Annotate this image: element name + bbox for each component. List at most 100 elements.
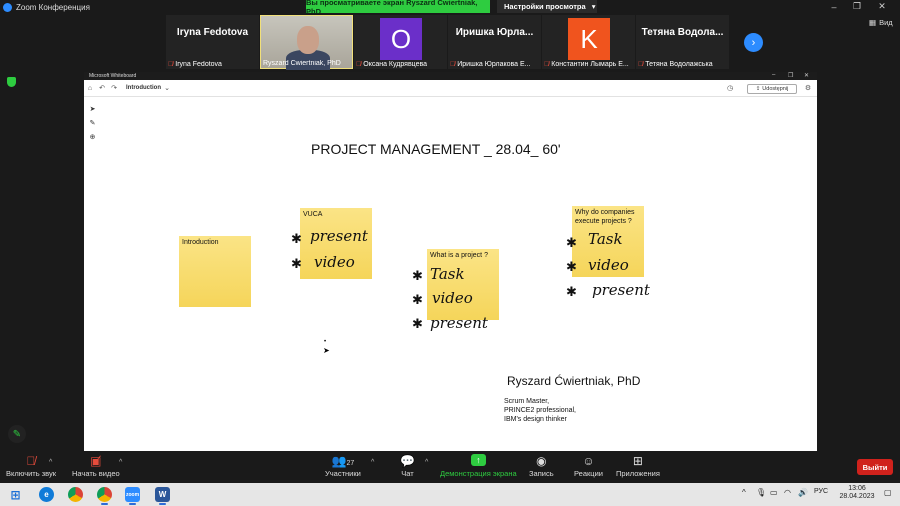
window-title: Zoom Конференция [16, 2, 90, 12]
zoom-app-icon[interactable]: zoom [125, 487, 140, 505]
ink-text: present [430, 314, 488, 332]
participant-caption: Ryszard Ćwiertniak, PhD [263, 60, 341, 67]
share-screen-icon: ↑ [470, 454, 486, 466]
chevron-up-icon[interactable]: ^ [119, 459, 122, 466]
restore-icon[interactable]: ❐ [849, 0, 865, 13]
participants-button[interactable]: 👥27 Участники [325, 454, 361, 478]
chat-button[interactable]: 💬 Чат [400, 454, 415, 478]
chevron-down-icon[interactable]: ⌄ [161, 84, 173, 92]
start-video-button[interactable]: ▣̸ Начать видео [72, 454, 120, 478]
board-name[interactable]: Introduction [126, 85, 161, 91]
mouse-cursor-icon: ➤ [323, 346, 330, 355]
whiteboard-window-title: Microsoft Whiteboard [89, 73, 137, 79]
ink-asterisk: ✱ [566, 284, 577, 299]
close-icon[interactable]: ✕ [874, 0, 890, 13]
timer-icon[interactable]: ◷ [724, 84, 736, 92]
view-settings-label: Настройки просмотра [504, 2, 586, 11]
participant-tile[interactable]: Iryna Fedotova 🎙̸ Iryna Fedotova [166, 15, 259, 69]
windows-taskbar: ⊞ e zoom W ^ 🎙 ▭ ◠ 🔊 РУС 13:06 28.04.202… [0, 483, 900, 506]
zoom-logo-icon [3, 2, 12, 12]
participants-icon: 👥27 [331, 454, 355, 468]
chevron-up-icon[interactable]: ^ [371, 459, 374, 466]
chrome-icon[interactable] [68, 487, 83, 502]
apps-button[interactable]: ⊞ Приложения [616, 454, 660, 478]
next-participants-arrow-icon[interactable]: › [744, 33, 763, 52]
leave-button[interactable]: Выйти [857, 459, 893, 475]
ink-text: Task [430, 265, 465, 283]
word-icon[interactable]: W [155, 487, 170, 505]
participant-tile-active-speaker[interactable]: Ryszard Ćwiertniak, PhD [260, 15, 353, 70]
person-head [297, 26, 319, 54]
whiteboard-window-title-bar: Microsoft Whiteboard – ❐ ✕ [84, 72, 817, 80]
whiteboard-tools: ➤ ✎ ⊕ [87, 105, 98, 141]
ink-asterisk: ✱ [566, 259, 577, 274]
wifi-icon[interactable]: ◠ [784, 488, 791, 497]
security-shield-icon[interactable] [7, 77, 16, 87]
language-indicator[interactable]: РУС [814, 488, 828, 495]
ink-text: video [432, 289, 473, 307]
share-label: Udostępnij [762, 86, 789, 92]
share-screen-button[interactable]: ↑ Демонстрация экрана [440, 454, 517, 478]
participant-tile[interactable]: K 🎙̸ Константин Лымарь Е... [542, 15, 635, 69]
notifications-icon[interactable]: ▢ [884, 488, 892, 497]
undo-icon[interactable]: ↶ [96, 84, 108, 92]
whiteboard-canvas[interactable]: ⌂ ↶ ↷ Introduction ⌄ ◷ ⇪ Udostępnij ⚙ ➤ … [84, 80, 817, 451]
ink-asterisk: ✱ [291, 256, 302, 271]
participant-caption: 🎙̸ Иришка Юрлакова Е... [450, 61, 531, 68]
ink-asterisk: ✱ [412, 268, 423, 283]
record-button[interactable]: ◉ Запись [529, 454, 554, 478]
sticky-note[interactable]: Introduction [179, 236, 251, 307]
settings-icon[interactable]: ⚙ [802, 84, 814, 92]
cursor-dot: • [324, 339, 327, 345]
mic-off-icon: 🎙̸ [450, 61, 456, 68]
restore-icon[interactable]: ❐ [788, 72, 793, 79]
participant-name-large: Иришка Юрла... [455, 27, 534, 38]
windows-start-icon[interactable]: ⊞ [8, 487, 23, 502]
volume-icon[interactable]: 🔊 [798, 488, 808, 497]
ink-text: video [588, 256, 629, 274]
chrome-icon[interactable] [97, 487, 112, 505]
ink-text: present [592, 281, 650, 299]
chevron-up-icon[interactable]: ^ [49, 459, 52, 466]
mic-off-icon: 🎙̸ [26, 454, 36, 468]
edge-icon[interactable]: e [39, 487, 54, 502]
board-heading: PROJECT MANAGEMENT _ 28.04_ 60' [311, 141, 561, 157]
record-icon: ◉ [536, 454, 547, 468]
view-settings-button[interactable]: Настройки просмотра ▾ [497, 0, 597, 13]
microphone-icon[interactable]: 🎙 [756, 488, 766, 497]
ink-text: video [314, 253, 355, 271]
add-icon[interactable]: ⊕ [87, 133, 98, 141]
participant-caption: 🎙̸ Тетяна Водолажська [638, 61, 713, 68]
ink-asterisk: ✱ [291, 231, 302, 246]
ink-asterisk: ✱ [412, 316, 423, 331]
view-button[interactable]: ▦ Вид [869, 18, 893, 27]
participant-tile[interactable]: O 🎙̸ Оксана Кудрявцева [354, 15, 447, 69]
chevron-up-icon[interactable]: ^ [742, 488, 746, 497]
share-button[interactable]: ⇪ Udostępnij [747, 84, 797, 94]
participant-tile[interactable]: Иришка Юрла... 🎙̸ Иришка Юрлакова Е... [448, 15, 541, 69]
avatar: O [380, 18, 422, 60]
meeting-controls: 🎙̸ Включить звук ^ ▣̸ Начать видео ^ 👥27… [0, 453, 900, 483]
redo-icon[interactable]: ↷ [108, 84, 120, 92]
annotate-pencil-icon[interactable]: ✎ [8, 425, 26, 443]
minimize-icon[interactable]: – [826, 0, 842, 13]
network-icon[interactable]: ▭ [770, 488, 778, 497]
participant-tile[interactable]: Тетяна Водола... 🎙̸ Тетяна Водолажська [636, 15, 729, 69]
reactions-button[interactable]: ☺ Реакции [574, 454, 603, 478]
system-clock[interactable]: 13:06 28.04.2023 [837, 485, 877, 502]
mic-off-icon: 🎙̸ [356, 61, 362, 68]
unmute-button[interactable]: 🎙̸ Включить звук [6, 454, 56, 478]
grid-icon: ▦ [869, 18, 877, 27]
mic-off-icon: 🎙̸ [638, 61, 644, 68]
chevron-up-icon[interactable]: ^ [425, 459, 428, 466]
ink-asterisk: ✱ [566, 235, 577, 250]
ink-text: Task [588, 230, 623, 248]
sticky-note[interactable]: What is a project ? [427, 249, 499, 320]
select-tool-icon[interactable]: ➤ [87, 105, 98, 113]
minimize-icon[interactable]: – [772, 72, 775, 78]
pen-tool-icon[interactable]: ✎ [87, 119, 98, 127]
chat-icon: 💬 [400, 454, 415, 468]
close-icon[interactable]: ✕ [804, 72, 809, 79]
presenter-name: Ryszard Ćwiertniak, PhD [507, 374, 641, 388]
home-icon[interactable]: ⌂ [84, 85, 96, 92]
